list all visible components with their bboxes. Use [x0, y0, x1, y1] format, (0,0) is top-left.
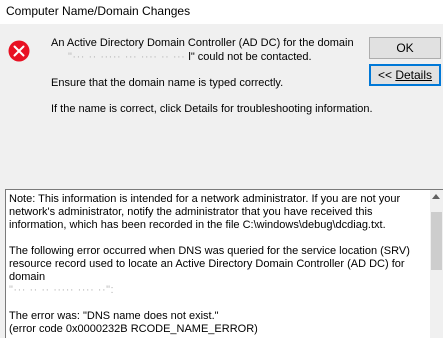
ok-button[interactable]: OK: [369, 37, 441, 59]
details-blurred-domain: "··· ·· ·· ····· ···· ··":: [9, 284, 115, 296]
details-button-prefix: <<: [377, 68, 396, 82]
details-error-line2: (error code 0x0000232B RCODE_NAME_ERROR): [9, 323, 258, 335]
error-message-line: An Active Directory Domain Controller (A…: [51, 37, 354, 49]
blurred-domain-name: "··· ·· ····· ··· ···· ·· ···: [68, 51, 186, 63]
details-hint: If the name is correct, click Details fo…: [51, 103, 373, 115]
details-note: Note: This information is intended for a…: [9, 193, 401, 231]
title-bar[interactable]: Computer Name/Domain Changes: [0, 0, 443, 24]
error-icon: [8, 40, 30, 62]
details-button[interactable]: << Details: [369, 64, 441, 86]
details-error-line1: The error was: "DNS name does not exist.…: [9, 310, 219, 322]
error-message-suffix: l" could not be contacted.: [188, 51, 312, 63]
typing-hint: Ensure that the domain name is typed cor…: [51, 77, 284, 89]
error-message-domain: "··· ·· ····· ··· ···· ·· ··· l" could n…: [68, 51, 312, 63]
details-dns-error-text: The following error occurred when DNS wa…: [9, 245, 410, 283]
scroll-up-arrow-icon[interactable]: [432, 194, 440, 199]
details-text-box[interactable]: Note: This information is intended for a…: [5, 189, 443, 338]
scroll-thumb[interactable]: [431, 212, 442, 270]
details-content: Note: This information is intended for a…: [9, 193, 429, 336]
details-dns-error: The following error occurred when DNS wa…: [9, 245, 429, 297]
vertical-scrollbar[interactable]: [430, 190, 443, 338]
window-title: Computer Name/Domain Changes: [6, 4, 191, 18]
details-error-code: The error was: "DNS name does not exist.…: [9, 310, 429, 336]
details-button-label: Details: [395, 68, 433, 82]
